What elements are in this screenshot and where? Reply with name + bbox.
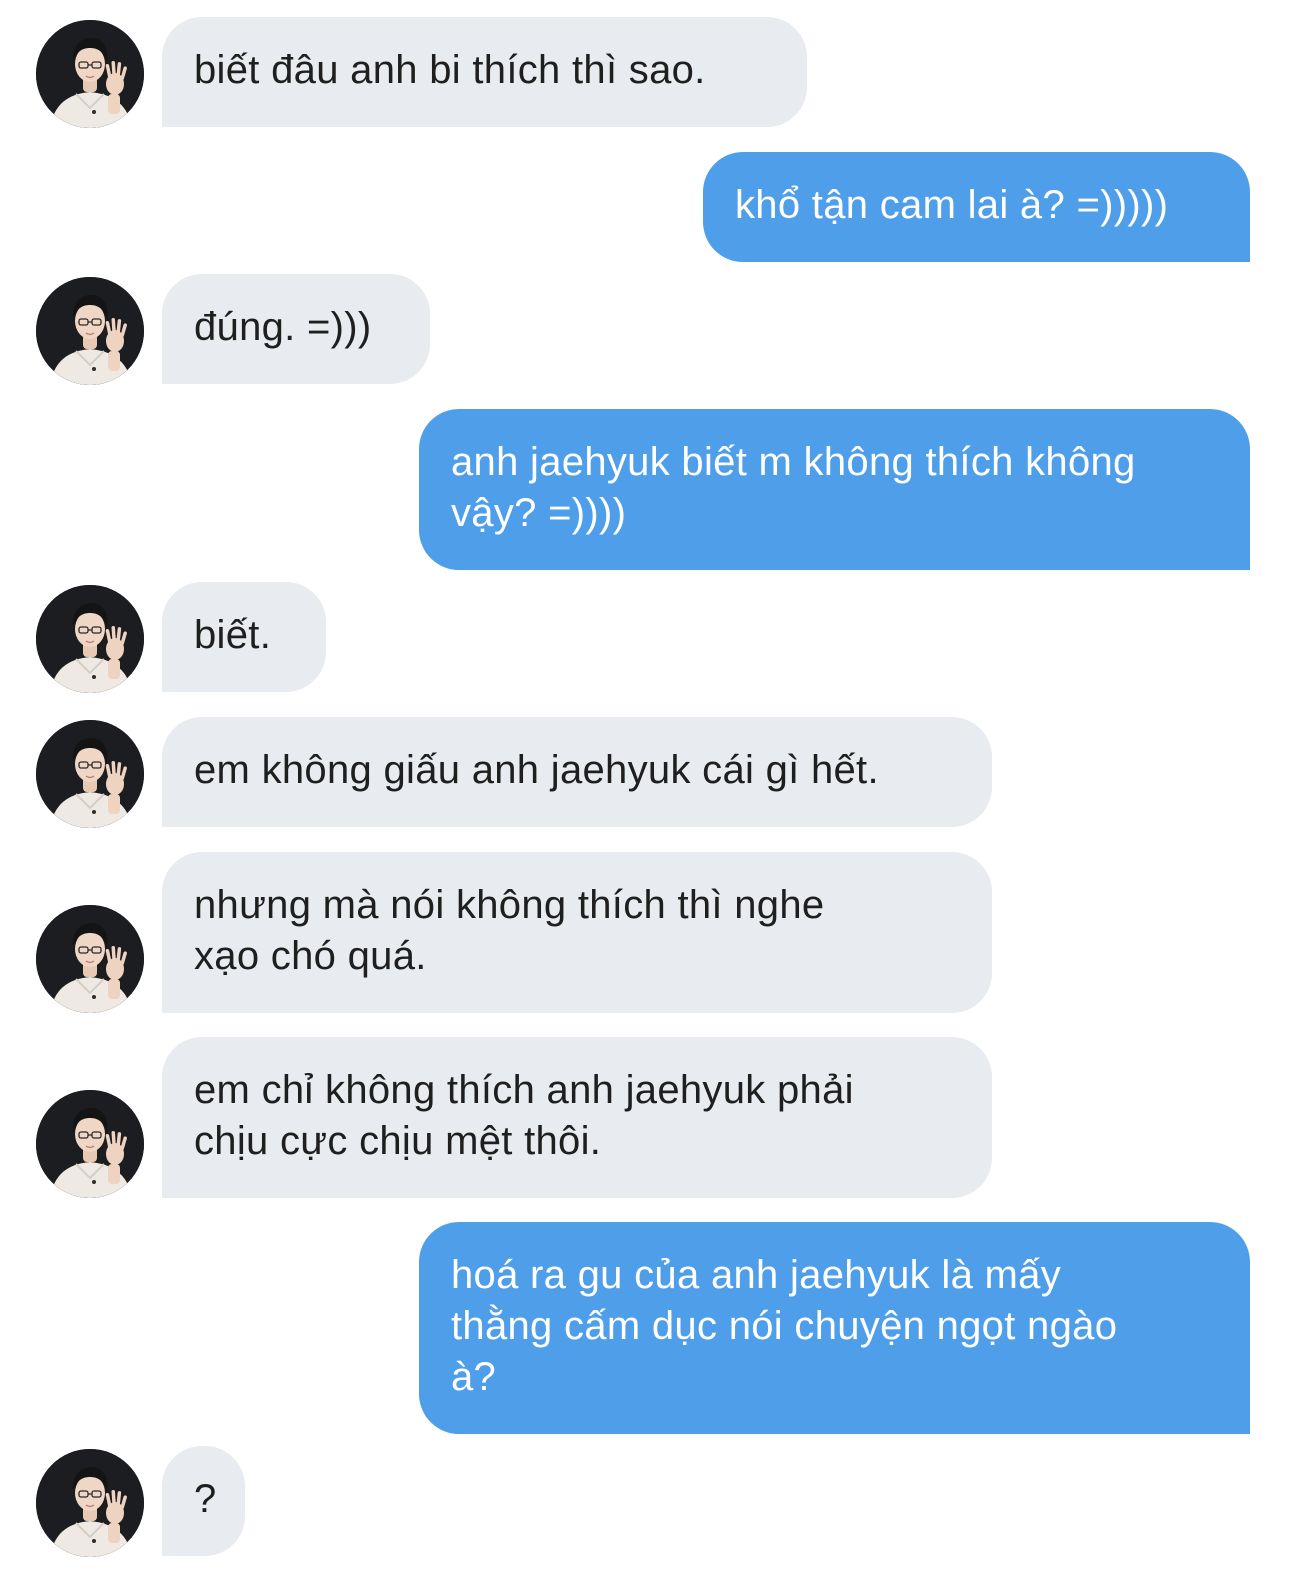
message-text: xạo chó quá. bbox=[194, 934, 427, 978]
avatar-photo bbox=[36, 585, 144, 693]
message-bubble-outgoing[interactable]: khổ tận cam lai à? =))))) bbox=[703, 152, 1250, 262]
avatar[interactable] bbox=[36, 905, 144, 1013]
avatar-photo bbox=[36, 20, 144, 128]
message-text: ? bbox=[194, 1477, 217, 1521]
message-text: biết đâu anh bi thích thì sao. bbox=[194, 48, 706, 92]
avatar-photo bbox=[36, 720, 144, 828]
avatar-photo bbox=[36, 277, 144, 385]
message-bubble-incoming[interactable]: biết đâu anh bi thích thì sao. bbox=[162, 17, 807, 127]
message-bubble-incoming[interactable]: em chỉ không thích anh jaehyuk phải chịu… bbox=[162, 1037, 992, 1198]
avatar[interactable] bbox=[36, 585, 144, 693]
message-text: thằng cấm dục nói chuyện ngọt ngào bbox=[451, 1304, 1118, 1348]
message-text: biết. bbox=[194, 613, 272, 657]
message-bubble-outgoing[interactable]: hoá ra gu của anh jaehyuk là mấy thằng c… bbox=[419, 1222, 1250, 1434]
message-text: em không giấu anh jaehyuk cái gì hết. bbox=[194, 748, 879, 792]
message-bubble-incoming[interactable]: đúng. =))) bbox=[162, 274, 430, 384]
avatar-photo bbox=[36, 1449, 144, 1557]
message-text: hoá ra gu của anh jaehyuk là mấy bbox=[451, 1253, 1061, 1297]
message-text: vậy? =)))) bbox=[451, 491, 627, 535]
message-bubble-incoming[interactable]: nhưng mà nói không thích thì nghe xạo ch… bbox=[162, 852, 992, 1013]
message-text: chịu cực chịu mệt thôi. bbox=[194, 1119, 602, 1163]
message-text: nhưng mà nói không thích thì nghe bbox=[194, 883, 825, 927]
avatar[interactable] bbox=[36, 720, 144, 828]
message-bubble-incoming[interactable]: biết. bbox=[162, 582, 326, 692]
avatar[interactable] bbox=[36, 277, 144, 385]
avatar[interactable] bbox=[36, 20, 144, 128]
avatar-photo bbox=[36, 905, 144, 1013]
chat-thread[interactable]: biết đâu anh bi thích thì sao. khổ tận c… bbox=[0, 0, 1290, 1573]
message-bubble-incoming[interactable]: em không giấu anh jaehyuk cái gì hết. bbox=[162, 717, 992, 827]
avatar[interactable] bbox=[36, 1090, 144, 1198]
message-text: anh jaehyuk biết m không thích không bbox=[451, 440, 1136, 484]
message-text: khổ tận cam lai à? =))))) bbox=[735, 183, 1169, 227]
message-text: đúng. =))) bbox=[194, 305, 372, 349]
message-bubble-outgoing[interactable]: anh jaehyuk biết m không thích không vậy… bbox=[419, 409, 1250, 570]
message-bubble-incoming[interactable]: ? bbox=[162, 1446, 245, 1556]
message-text: em chỉ không thích anh jaehyuk phải bbox=[194, 1068, 854, 1112]
avatar-photo bbox=[36, 1090, 144, 1198]
message-text: à? bbox=[451, 1355, 497, 1399]
avatar[interactable] bbox=[36, 1449, 144, 1557]
